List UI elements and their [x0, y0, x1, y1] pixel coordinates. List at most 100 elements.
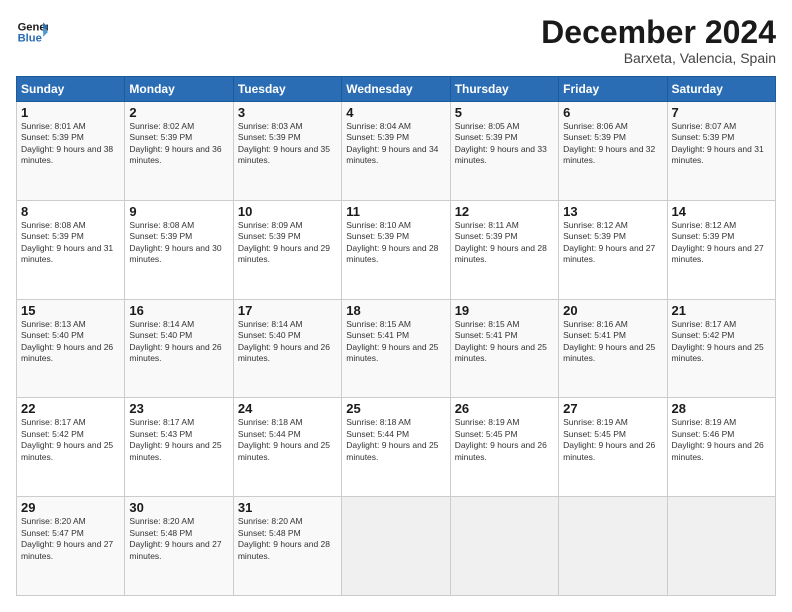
day-number: 12	[455, 204, 554, 219]
day-number: 19	[455, 303, 554, 318]
day-number: 29	[21, 500, 120, 515]
day-detail: Sunrise: 8:19 AM Sunset: 5:45 PM Dayligh…	[455, 417, 554, 463]
calendar-cell: 10 Sunrise: 8:09 AM Sunset: 5:39 PM Dayl…	[233, 200, 341, 299]
week-row-2: 8 Sunrise: 8:08 AM Sunset: 5:39 PM Dayli…	[17, 200, 776, 299]
day-detail: Sunrise: 8:08 AM Sunset: 5:39 PM Dayligh…	[21, 220, 120, 266]
day-number: 24	[238, 401, 337, 416]
calendar-cell: 29 Sunrise: 8:20 AM Sunset: 5:47 PM Dayl…	[17, 497, 125, 596]
day-detail: Sunrise: 8:16 AM Sunset: 5:41 PM Dayligh…	[563, 319, 662, 365]
calendar-cell: 13 Sunrise: 8:12 AM Sunset: 5:39 PM Dayl…	[559, 200, 667, 299]
location: Barxeta, Valencia, Spain	[541, 50, 776, 66]
day-detail: Sunrise: 8:13 AM Sunset: 5:40 PM Dayligh…	[21, 319, 120, 365]
weekday-header-saturday: Saturday	[667, 77, 775, 102]
day-number: 22	[21, 401, 120, 416]
day-number: 31	[238, 500, 337, 515]
calendar-cell: 31 Sunrise: 8:20 AM Sunset: 5:48 PM Dayl…	[233, 497, 341, 596]
day-number: 8	[21, 204, 120, 219]
week-row-3: 15 Sunrise: 8:13 AM Sunset: 5:40 PM Dayl…	[17, 299, 776, 398]
day-number: 9	[129, 204, 228, 219]
day-detail: Sunrise: 8:14 AM Sunset: 5:40 PM Dayligh…	[238, 319, 337, 365]
day-number: 23	[129, 401, 228, 416]
calendar-cell: 28 Sunrise: 8:19 AM Sunset: 5:46 PM Dayl…	[667, 398, 775, 497]
weekday-header-thursday: Thursday	[450, 77, 558, 102]
calendar-cell	[450, 497, 558, 596]
day-detail: Sunrise: 8:09 AM Sunset: 5:39 PM Dayligh…	[238, 220, 337, 266]
svg-text:Blue: Blue	[18, 33, 42, 45]
header: General Blue December 2024 Barxeta, Vale…	[16, 16, 776, 66]
calendar-cell: 4 Sunrise: 8:04 AM Sunset: 5:39 PM Dayli…	[342, 102, 450, 201]
calendar-cell: 22 Sunrise: 8:17 AM Sunset: 5:42 PM Dayl…	[17, 398, 125, 497]
calendar-cell: 19 Sunrise: 8:15 AM Sunset: 5:41 PM Dayl…	[450, 299, 558, 398]
day-detail: Sunrise: 8:19 AM Sunset: 5:46 PM Dayligh…	[672, 417, 771, 463]
day-number: 11	[346, 204, 445, 219]
day-detail: Sunrise: 8:20 AM Sunset: 5:48 PM Dayligh…	[238, 516, 337, 562]
day-detail: Sunrise: 8:17 AM Sunset: 5:43 PM Dayligh…	[129, 417, 228, 463]
day-number: 16	[129, 303, 228, 318]
day-detail: Sunrise: 8:20 AM Sunset: 5:47 PM Dayligh…	[21, 516, 120, 562]
calendar-cell: 23 Sunrise: 8:17 AM Sunset: 5:43 PM Dayl…	[125, 398, 233, 497]
day-detail: Sunrise: 8:08 AM Sunset: 5:39 PM Dayligh…	[129, 220, 228, 266]
weekday-header-friday: Friday	[559, 77, 667, 102]
calendar-cell: 24 Sunrise: 8:18 AM Sunset: 5:44 PM Dayl…	[233, 398, 341, 497]
calendar-cell: 14 Sunrise: 8:12 AM Sunset: 5:39 PM Dayl…	[667, 200, 775, 299]
day-number: 25	[346, 401, 445, 416]
calendar-cell: 8 Sunrise: 8:08 AM Sunset: 5:39 PM Dayli…	[17, 200, 125, 299]
day-number: 20	[563, 303, 662, 318]
calendar-cell: 17 Sunrise: 8:14 AM Sunset: 5:40 PM Dayl…	[233, 299, 341, 398]
day-number: 1	[21, 105, 120, 120]
day-detail: Sunrise: 8:19 AM Sunset: 5:45 PM Dayligh…	[563, 417, 662, 463]
day-detail: Sunrise: 8:18 AM Sunset: 5:44 PM Dayligh…	[346, 417, 445, 463]
day-detail: Sunrise: 8:03 AM Sunset: 5:39 PM Dayligh…	[238, 121, 337, 167]
month-title: December 2024	[541, 16, 776, 48]
page: General Blue December 2024 Barxeta, Vale…	[0, 0, 792, 612]
calendar-cell: 11 Sunrise: 8:10 AM Sunset: 5:39 PM Dayl…	[342, 200, 450, 299]
day-detail: Sunrise: 8:15 AM Sunset: 5:41 PM Dayligh…	[346, 319, 445, 365]
day-detail: Sunrise: 8:02 AM Sunset: 5:39 PM Dayligh…	[129, 121, 228, 167]
day-number: 21	[672, 303, 771, 318]
calendar-cell	[667, 497, 775, 596]
calendar-cell: 18 Sunrise: 8:15 AM Sunset: 5:41 PM Dayl…	[342, 299, 450, 398]
week-row-4: 22 Sunrise: 8:17 AM Sunset: 5:42 PM Dayl…	[17, 398, 776, 497]
calendar-cell: 5 Sunrise: 8:05 AM Sunset: 5:39 PM Dayli…	[450, 102, 558, 201]
calendar-cell: 1 Sunrise: 8:01 AM Sunset: 5:39 PM Dayli…	[17, 102, 125, 201]
day-number: 27	[563, 401, 662, 416]
logo: General Blue	[16, 16, 48, 48]
day-number: 7	[672, 105, 771, 120]
weekday-header-sunday: Sunday	[17, 77, 125, 102]
day-number: 2	[129, 105, 228, 120]
day-number: 26	[455, 401, 554, 416]
calendar-cell: 12 Sunrise: 8:11 AM Sunset: 5:39 PM Dayl…	[450, 200, 558, 299]
calendar-cell: 25 Sunrise: 8:18 AM Sunset: 5:44 PM Dayl…	[342, 398, 450, 497]
day-detail: Sunrise: 8:20 AM Sunset: 5:48 PM Dayligh…	[129, 516, 228, 562]
calendar-cell	[342, 497, 450, 596]
week-row-1: 1 Sunrise: 8:01 AM Sunset: 5:39 PM Dayli…	[17, 102, 776, 201]
day-number: 15	[21, 303, 120, 318]
day-detail: Sunrise: 8:04 AM Sunset: 5:39 PM Dayligh…	[346, 121, 445, 167]
weekday-header-monday: Monday	[125, 77, 233, 102]
day-number: 30	[129, 500, 228, 515]
day-number: 17	[238, 303, 337, 318]
calendar-cell: 21 Sunrise: 8:17 AM Sunset: 5:42 PM Dayl…	[667, 299, 775, 398]
day-detail: Sunrise: 8:11 AM Sunset: 5:39 PM Dayligh…	[455, 220, 554, 266]
calendar: SundayMondayTuesdayWednesdayThursdayFrid…	[16, 76, 776, 596]
calendar-cell: 9 Sunrise: 8:08 AM Sunset: 5:39 PM Dayli…	[125, 200, 233, 299]
day-detail: Sunrise: 8:17 AM Sunset: 5:42 PM Dayligh…	[21, 417, 120, 463]
day-number: 4	[346, 105, 445, 120]
calendar-cell: 2 Sunrise: 8:02 AM Sunset: 5:39 PM Dayli…	[125, 102, 233, 201]
day-detail: Sunrise: 8:06 AM Sunset: 5:39 PM Dayligh…	[563, 121, 662, 167]
calendar-cell: 20 Sunrise: 8:16 AM Sunset: 5:41 PM Dayl…	[559, 299, 667, 398]
day-detail: Sunrise: 8:07 AM Sunset: 5:39 PM Dayligh…	[672, 121, 771, 167]
calendar-cell: 30 Sunrise: 8:20 AM Sunset: 5:48 PM Dayl…	[125, 497, 233, 596]
day-number: 28	[672, 401, 771, 416]
day-detail: Sunrise: 8:12 AM Sunset: 5:39 PM Dayligh…	[672, 220, 771, 266]
calendar-cell: 7 Sunrise: 8:07 AM Sunset: 5:39 PM Dayli…	[667, 102, 775, 201]
logo-icon: General Blue	[16, 16, 48, 48]
calendar-cell: 26 Sunrise: 8:19 AM Sunset: 5:45 PM Dayl…	[450, 398, 558, 497]
weekday-header-tuesday: Tuesday	[233, 77, 341, 102]
calendar-cell	[559, 497, 667, 596]
day-detail: Sunrise: 8:01 AM Sunset: 5:39 PM Dayligh…	[21, 121, 120, 167]
day-number: 10	[238, 204, 337, 219]
weekday-header-wednesday: Wednesday	[342, 77, 450, 102]
day-number: 18	[346, 303, 445, 318]
calendar-cell: 3 Sunrise: 8:03 AM Sunset: 5:39 PM Dayli…	[233, 102, 341, 201]
